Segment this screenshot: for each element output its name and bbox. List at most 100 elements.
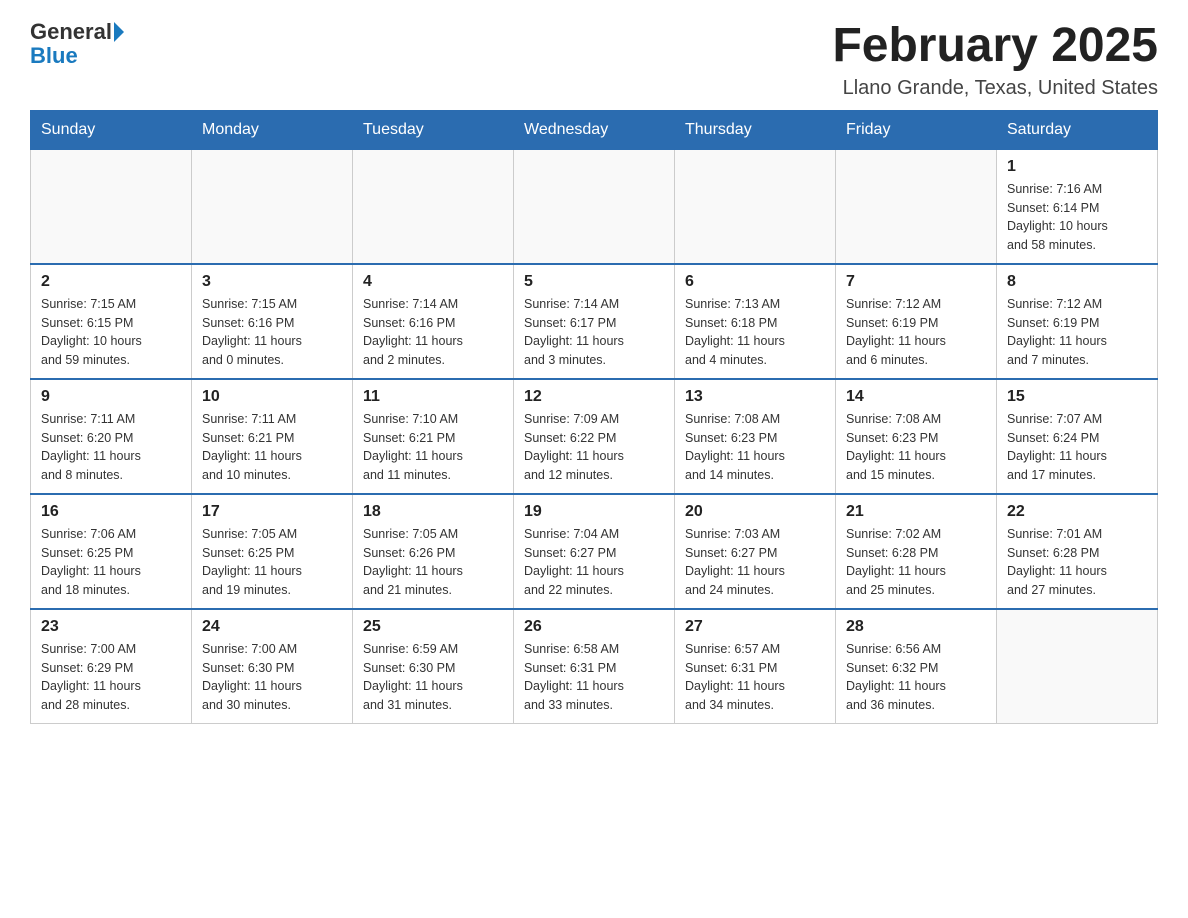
calendar-day-cell: 3 Sunrise: 7:15 AMSunset: 6:16 PMDaylight… <box>192 264 353 379</box>
page-header: General Blue February 2025 Llano Grande,… <box>30 20 1158 100</box>
day-number: 15 <box>1007 388 1147 406</box>
day-number: 3 <box>202 273 342 291</box>
calendar-day-cell: 24 Sunrise: 7:00 AMSunset: 6:30 PMDayligh… <box>192 609 353 724</box>
day-info: Sunrise: 7:05 AMSunset: 6:25 PMDaylight:… <box>202 525 342 600</box>
calendar-day-cell: 21 Sunrise: 7:02 AMSunset: 6:28 PMDayligh… <box>836 494 997 609</box>
calendar-day-cell: 10Sunrise: 7:11 AMSunset: 6:21 PMDayligh… <box>192 379 353 494</box>
day-number: 14 <box>846 388 986 406</box>
day-number: 2 <box>41 273 181 291</box>
day-number: 6 <box>685 273 825 291</box>
calendar-day-cell <box>997 609 1158 724</box>
day-number: 23 <box>41 618 181 636</box>
calendar-day-cell: 19Sunrise: 7:04 AMSunset: 6:27 PMDayligh… <box>514 494 675 609</box>
calendar-day-cell: 18 Sunrise: 7:05 AMSunset: 6:26 PMDayligh… <box>353 494 514 609</box>
calendar-week-row: 16 Sunrise: 7:06 AMSunset: 6:25 PMDayligh… <box>31 494 1158 609</box>
calendar-table: SundayMondayTuesdayWednesdayThursdayFrid… <box>30 110 1158 724</box>
calendar-week-row: 1 Sunrise: 7:16 AMSunset: 6:14 PMDaylight… <box>31 149 1158 264</box>
calendar-day-cell <box>514 149 675 264</box>
day-of-week-header: Friday <box>836 110 997 149</box>
logo: General Blue <box>30 20 124 68</box>
day-number: 18 <box>363 503 503 521</box>
day-info: Sunrise: 6:58 AMSunset: 6:31 PMDaylight:… <box>524 640 664 715</box>
day-info: Sunrise: 7:15 AMSunset: 6:16 PMDaylight:… <box>202 295 342 370</box>
location-text: Llano Grande, Texas, United States <box>832 77 1158 100</box>
day-number: 28 <box>846 618 986 636</box>
calendar-day-cell: 7 Sunrise: 7:12 AMSunset: 6:19 PMDaylight… <box>836 264 997 379</box>
day-info: Sunrise: 7:04 AMSunset: 6:27 PMDaylight:… <box>524 525 664 600</box>
day-number: 26 <box>524 618 664 636</box>
month-title: February 2025 <box>832 20 1158 73</box>
day-number: 22 <box>1007 503 1147 521</box>
day-info: Sunrise: 7:08 AMSunset: 6:23 PMDaylight:… <box>685 410 825 485</box>
day-number: 10 <box>202 388 342 406</box>
day-number: 24 <box>202 618 342 636</box>
calendar-day-cell: 22 Sunrise: 7:01 AMSunset: 6:28 PMDayligh… <box>997 494 1158 609</box>
day-info: Sunrise: 7:00 AMSunset: 6:29 PMDaylight:… <box>41 640 181 715</box>
day-info: Sunrise: 7:10 AMSunset: 6:21 PMDaylight:… <box>363 410 503 485</box>
calendar-day-cell <box>836 149 997 264</box>
day-number: 12 <box>524 388 664 406</box>
calendar-day-cell: 20Sunrise: 7:03 AMSunset: 6:27 PMDayligh… <box>675 494 836 609</box>
day-of-week-header: Tuesday <box>353 110 514 149</box>
day-info: Sunrise: 7:06 AMSunset: 6:25 PMDaylight:… <box>41 525 181 600</box>
day-number: 1 <box>1007 158 1147 176</box>
calendar-day-cell: 11 Sunrise: 7:10 AMSunset: 6:21 PMDayligh… <box>353 379 514 494</box>
day-number: 7 <box>846 273 986 291</box>
calendar-day-cell: 2 Sunrise: 7:15 AMSunset: 6:15 PMDaylight… <box>31 264 192 379</box>
day-number: 9 <box>41 388 181 406</box>
calendar-day-cell <box>353 149 514 264</box>
day-number: 25 <box>363 618 503 636</box>
calendar-day-cell <box>675 149 836 264</box>
day-of-week-header: Sunday <box>31 110 192 149</box>
day-info: Sunrise: 7:12 AMSunset: 6:19 PMDaylight:… <box>846 295 986 370</box>
day-info: Sunrise: 7:05 AMSunset: 6:26 PMDaylight:… <box>363 525 503 600</box>
day-number: 16 <box>41 503 181 521</box>
day-number: 8 <box>1007 273 1147 291</box>
day-of-week-header: Monday <box>192 110 353 149</box>
calendar-day-cell: 28 Sunrise: 6:56 AMSunset: 6:32 PMDayligh… <box>836 609 997 724</box>
calendar-day-cell: 17 Sunrise: 7:05 AMSunset: 6:25 PMDayligh… <box>192 494 353 609</box>
day-info: Sunrise: 6:59 AMSunset: 6:30 PMDaylight:… <box>363 640 503 715</box>
day-number: 4 <box>363 273 503 291</box>
calendar-day-cell: 4Sunrise: 7:14 AMSunset: 6:16 PMDaylight… <box>353 264 514 379</box>
logo-general-text: General <box>30 20 112 44</box>
day-number: 5 <box>524 273 664 291</box>
day-of-week-header: Thursday <box>675 110 836 149</box>
calendar-day-cell: 13Sunrise: 7:08 AMSunset: 6:23 PMDayligh… <box>675 379 836 494</box>
calendar-day-cell: 9Sunrise: 7:11 AMSunset: 6:20 PMDaylight… <box>31 379 192 494</box>
day-number: 21 <box>846 503 986 521</box>
day-info: Sunrise: 6:56 AMSunset: 6:32 PMDaylight:… <box>846 640 986 715</box>
day-number: 11 <box>363 388 503 406</box>
calendar-week-row: 23 Sunrise: 7:00 AMSunset: 6:29 PMDayligh… <box>31 609 1158 724</box>
day-info: Sunrise: 7:01 AMSunset: 6:28 PMDaylight:… <box>1007 525 1147 600</box>
calendar-day-cell: 14 Sunrise: 7:08 AMSunset: 6:23 PMDayligh… <box>836 379 997 494</box>
title-block: February 2025 Llano Grande, Texas, Unite… <box>832 20 1158 100</box>
calendar-day-cell: 12 Sunrise: 7:09 AMSunset: 6:22 PMDayligh… <box>514 379 675 494</box>
day-info: Sunrise: 7:16 AMSunset: 6:14 PMDaylight:… <box>1007 180 1147 255</box>
day-info: Sunrise: 7:00 AMSunset: 6:30 PMDaylight:… <box>202 640 342 715</box>
day-info: Sunrise: 7:02 AMSunset: 6:28 PMDaylight:… <box>846 525 986 600</box>
day-number: 27 <box>685 618 825 636</box>
day-info: Sunrise: 7:12 AMSunset: 6:19 PMDaylight:… <box>1007 295 1147 370</box>
calendar-day-cell: 27Sunrise: 6:57 AMSunset: 6:31 PMDayligh… <box>675 609 836 724</box>
day-info: Sunrise: 7:07 AMSunset: 6:24 PMDaylight:… <box>1007 410 1147 485</box>
day-info: Sunrise: 7:13 AMSunset: 6:18 PMDaylight:… <box>685 295 825 370</box>
logo-arrow-icon <box>114 22 124 42</box>
calendar-day-cell: 15 Sunrise: 7:07 AMSunset: 6:24 PMDayligh… <box>997 379 1158 494</box>
calendar-day-cell: 5 Sunrise: 7:14 AMSunset: 6:17 PMDaylight… <box>514 264 675 379</box>
day-info: Sunrise: 7:08 AMSunset: 6:23 PMDaylight:… <box>846 410 986 485</box>
calendar-day-cell: 6 Sunrise: 7:13 AMSunset: 6:18 PMDaylight… <box>675 264 836 379</box>
calendar-day-cell: 25 Sunrise: 6:59 AMSunset: 6:30 PMDayligh… <box>353 609 514 724</box>
day-of-week-header: Saturday <box>997 110 1158 149</box>
logo-blue-text: Blue <box>30 44 78 68</box>
calendar-week-row: 9Sunrise: 7:11 AMSunset: 6:20 PMDaylight… <box>31 379 1158 494</box>
day-number: 20 <box>685 503 825 521</box>
calendar-day-cell <box>192 149 353 264</box>
calendar-day-cell: 1 Sunrise: 7:16 AMSunset: 6:14 PMDaylight… <box>997 149 1158 264</box>
calendar-day-cell: 26 Sunrise: 6:58 AMSunset: 6:31 PMDayligh… <box>514 609 675 724</box>
day-info: Sunrise: 7:15 AMSunset: 6:15 PMDaylight:… <box>41 295 181 370</box>
day-info: Sunrise: 7:09 AMSunset: 6:22 PMDaylight:… <box>524 410 664 485</box>
calendar-header-row: SundayMondayTuesdayWednesdayThursdayFrid… <box>31 110 1158 149</box>
day-info: Sunrise: 7:14 AMSunset: 6:17 PMDaylight:… <box>524 295 664 370</box>
day-number: 17 <box>202 503 342 521</box>
